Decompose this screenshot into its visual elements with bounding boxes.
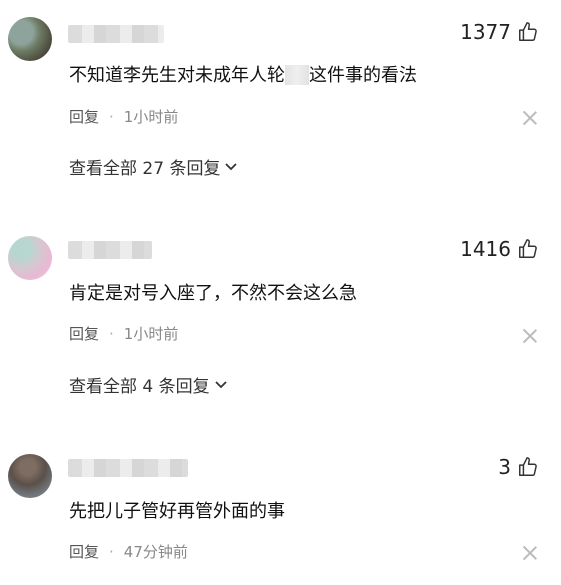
close-icon[interactable] bbox=[523, 111, 537, 125]
thumbs-up-icon bbox=[519, 22, 537, 41]
comment-meta: 回复 · 1小时前 bbox=[69, 323, 178, 344]
separator-dot: · bbox=[109, 107, 114, 126]
comment-text: 不知道李先生对未成年人轮 这件事的看法 bbox=[69, 65, 417, 86]
separator-dot: · bbox=[109, 324, 114, 343]
username-blurred[interactable] bbox=[68, 241, 152, 259]
view-replies-label: 查看全部 27 条回复 bbox=[69, 159, 221, 179]
view-replies-button[interactable]: 查看全部 27 条回复 bbox=[69, 154, 238, 179]
redacted-text bbox=[285, 65, 309, 85]
avatar[interactable] bbox=[8, 454, 52, 498]
avatar[interactable] bbox=[8, 17, 52, 61]
avatar[interactable] bbox=[8, 236, 52, 280]
username-blurred[interactable] bbox=[68, 25, 164, 43]
like-count: 3 bbox=[498, 455, 511, 479]
reply-button[interactable]: 回复 bbox=[69, 541, 99, 562]
like-button[interactable]: 1377 bbox=[460, 20, 539, 44]
comment-text: 先把儿子管好再管外面的事 bbox=[69, 501, 285, 522]
view-replies-label: 查看全部 4 条回复 bbox=[69, 377, 210, 397]
like-count: 1377 bbox=[460, 20, 511, 44]
timestamp: 47分钟前 bbox=[123, 543, 188, 561]
like-button[interactable]: 3 bbox=[498, 455, 539, 479]
thumbs-up-icon bbox=[519, 239, 537, 258]
separator-dot: · bbox=[109, 542, 114, 561]
comment-meta: 回复 · 47分钟前 bbox=[69, 541, 188, 562]
reply-button[interactable]: 回复 bbox=[69, 106, 99, 127]
chevron-down-icon bbox=[225, 162, 238, 170]
reply-button[interactable]: 回复 bbox=[69, 323, 99, 344]
thumbs-up-icon bbox=[519, 457, 537, 476]
close-icon[interactable] bbox=[523, 546, 537, 560]
close-icon[interactable] bbox=[523, 329, 537, 343]
timestamp: 1小时前 bbox=[123, 325, 179, 343]
comment-text: 肯定是对号入座了，不然不会这么急 bbox=[69, 283, 357, 304]
timestamp: 1小时前 bbox=[123, 108, 179, 126]
username-blurred[interactable] bbox=[68, 459, 188, 477]
like-count: 1416 bbox=[460, 237, 511, 261]
chevron-down-icon bbox=[214, 380, 227, 388]
view-replies-button[interactable]: 查看全部 4 条回复 bbox=[69, 372, 228, 397]
comment-meta: 回复 · 1小时前 bbox=[69, 106, 178, 127]
like-button[interactable]: 1416 bbox=[460, 237, 539, 261]
